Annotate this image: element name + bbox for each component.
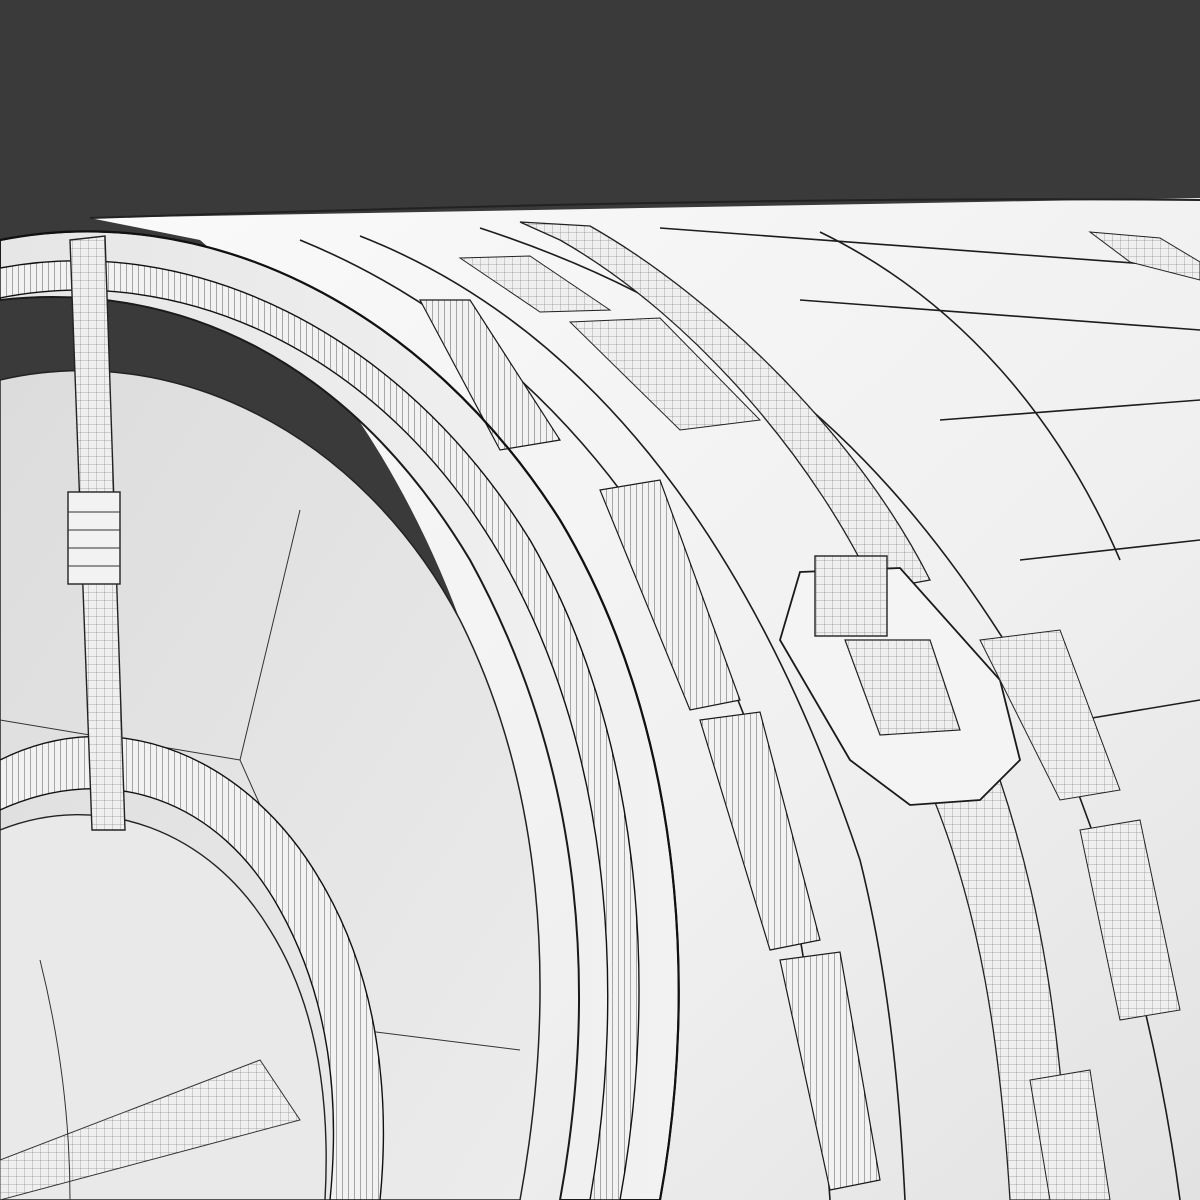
buckle-tab <box>814 555 888 637</box>
wireframe-render <box>0 0 1200 1200</box>
strap-buckle-front <box>67 491 121 585</box>
